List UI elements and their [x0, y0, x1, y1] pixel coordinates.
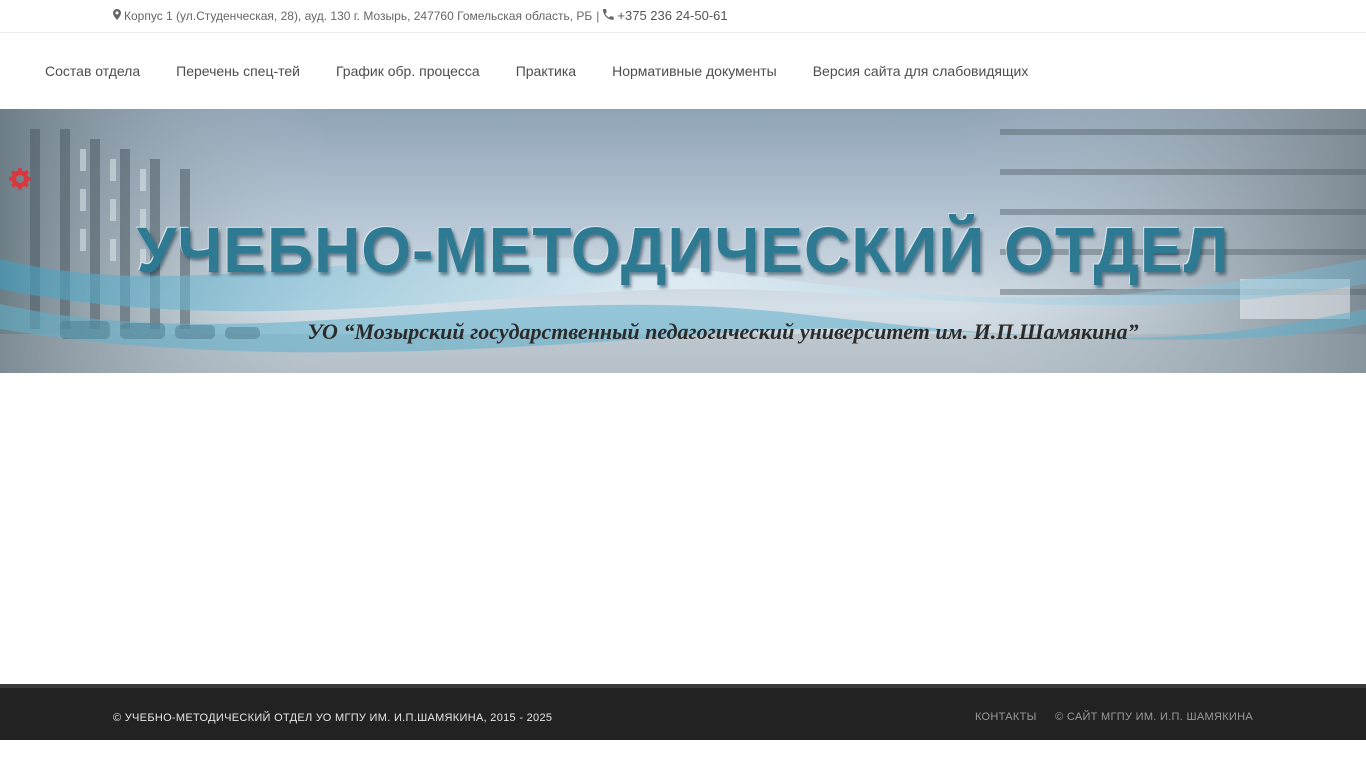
- footer-link-contacts[interactable]: Контакты: [975, 711, 1037, 723]
- footer-links: Контакты © сайт МГПУ им. И.П. Шамякина: [960, 711, 1253, 723]
- banner-title: УЧЕБНО-МЕТОДИЧЕСКИЙ ОТДЕЛ: [136, 214, 1230, 286]
- nav-item-regulations[interactable]: Нормативные документы: [594, 63, 795, 79]
- nav-item-schedule[interactable]: График обр. процесса: [318, 63, 498, 79]
- footer-link-university-site[interactable]: © сайт МГПУ им. И.П. Шамякина: [1055, 711, 1253, 723]
- header-banner: УЧЕБНО-МЕТОДИЧЕСКИЙ ОТДЕЛ УО “Мозырский …: [0, 109, 1366, 373]
- contact-info: Корпус 1 (ул.Студенческая, 28), ауд. 130…: [113, 8, 728, 23]
- phone-icon: [603, 8, 615, 23]
- address-text: Корпус 1 (ул.Студенческая, 28), ауд. 130…: [124, 8, 593, 23]
- nav-item-specialties[interactable]: Перечень спец-тей: [158, 63, 318, 79]
- gear-icon[interactable]: [8, 167, 32, 191]
- separator: |: [596, 8, 600, 23]
- main-navigation: Состав отдела Перечень спец-тей График о…: [0, 33, 1366, 109]
- banner-subtitle: УО “Мозырский государственный педагогиче…: [307, 319, 1139, 344]
- nav-item-accessible-version[interactable]: Версия сайта для слабовидящих: [795, 63, 1047, 79]
- top-info-bar: Корпус 1 (ул.Студенческая, 28), ауд. 130…: [0, 0, 1366, 33]
- nav-item-staff[interactable]: Состав отдела: [27, 63, 158, 79]
- map-marker-icon: [113, 8, 121, 23]
- phone-number[interactable]: +375 236 24-50-61: [617, 8, 727, 23]
- page-footer: © Учебно-методический отдел УО МГПУ им. …: [0, 684, 1366, 740]
- footer-copyright: © Учебно-методический отдел УО МГПУ им. …: [113, 712, 553, 724]
- nav-item-practice[interactable]: Практика: [498, 63, 594, 79]
